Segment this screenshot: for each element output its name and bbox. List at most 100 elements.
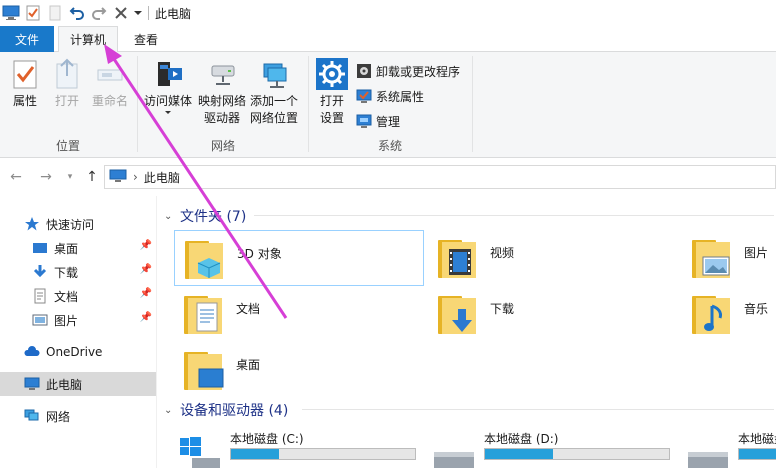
chevron-down-icon — [165, 111, 171, 114]
tab-computer[interactable]: 计算机 — [58, 26, 118, 53]
drive-d[interactable]: 本地磁盘 (D:) — [432, 430, 682, 468]
section-divider — [254, 215, 774, 216]
folder-documents[interactable]: 文档 — [174, 286, 424, 342]
folder-videos-icon — [438, 234, 482, 282]
folder-3d-objects-label: 3D 对象 — [237, 247, 282, 261]
folder-videos-label: 视频 — [490, 246, 515, 260]
access-media-label: 访问媒体 — [143, 94, 192, 108]
group-network: 访问媒体 映射网络 驱动器 添加一个 网络位置 网络 — [140, 52, 306, 158]
folder-desktop[interactable]: 桌面 — [174, 342, 424, 398]
drive-c-usage-fill — [231, 449, 279, 459]
delete-icon[interactable] — [110, 2, 132, 24]
rename-button[interactable]: 重命名 — [88, 58, 132, 110]
uninstall-icon — [356, 63, 372, 79]
manage-label: 管理 — [376, 114, 401, 129]
desktop-icon — [32, 240, 48, 256]
nav-network[interactable]: 网络 — [0, 404, 156, 428]
customize-dropdown-icon[interactable] — [132, 2, 144, 24]
properties-check-icon[interactable] — [22, 2, 44, 24]
access-media-button[interactable]: 访问媒体 — [142, 58, 194, 116]
folder-desktop-icon — [184, 346, 228, 394]
system-properties-button[interactable]: 系统属性 — [356, 85, 424, 107]
folder-documents-icon — [184, 290, 228, 338]
folder-music-label: 音乐 — [744, 302, 769, 316]
nav-desktop-label: 桌面 — [54, 241, 79, 256]
tab-view[interactable]: 查看 — [122, 26, 170, 52]
folder-3d-objects[interactable]: 3D 对象 — [174, 230, 424, 286]
nav-pictures-label: 图片 — [54, 313, 79, 328]
pin-icon[interactable]: 📌 — [140, 288, 152, 299]
windows-drive-icon — [180, 437, 220, 468]
pin-icon[interactable]: 📌 — [140, 240, 152, 251]
undo-icon[interactable] — [66, 2, 88, 24]
new-folder-icon[interactable] — [44, 2, 66, 24]
forward-arrow-icon[interactable]: → — [38, 169, 54, 185]
properties-button[interactable]: 属性 — [6, 58, 44, 110]
navigation-bar: ← → ▾ ↑ › 此电脑 — [0, 158, 776, 196]
network-location-icon — [258, 58, 290, 90]
redo-icon[interactable] — [88, 2, 110, 24]
add-network-location-button[interactable]: 添加一个 网络位置 — [248, 58, 300, 127]
properties-label: 属性 — [12, 94, 37, 108]
breadcrumb-chevron-icon[interactable]: › — [133, 170, 138, 184]
nav-desktop[interactable]: 桌面 📌 — [0, 236, 156, 260]
back-arrow-icon[interactable]: ← — [8, 169, 24, 185]
uninstall-programs-button[interactable]: 卸载或更改程序 — [356, 60, 460, 82]
nav-this-pc[interactable]: 此电脑 — [0, 372, 156, 396]
nav-documents[interactable]: 文档 📌 — [0, 284, 156, 308]
folder-music-icon — [692, 290, 736, 338]
system-properties-label: 系统属性 — [376, 89, 425, 104]
media-icon — [152, 58, 184, 90]
devices-section-header[interactable]: ⌄ 设备和驱动器 (4) — [164, 400, 288, 420]
folder-downloads[interactable]: 下载 — [428, 286, 678, 342]
nav-downloads[interactable]: 下载 📌 — [0, 260, 156, 284]
drive-c-label: 本地磁盘 (C:) — [230, 432, 304, 446]
open-icon — [51, 58, 83, 90]
folder-downloads-label: 下载 — [490, 302, 515, 316]
group-location-label: 位置 — [55, 139, 80, 153]
pin-icon[interactable]: 📌 — [140, 264, 152, 275]
recent-chevron-down-icon[interactable]: ▾ — [62, 169, 78, 185]
folders-section-header[interactable]: ⌄ 文件夹 (7) — [164, 206, 246, 226]
group-separator — [472, 56, 473, 152]
computer-icon[interactable] — [0, 2, 22, 24]
breadcrumb[interactable]: 此电脑 — [144, 169, 180, 186]
folder-desktop-label: 桌面 — [236, 358, 261, 372]
nav-pictures[interactable]: 图片 📌 — [0, 308, 156, 332]
nav-onedrive[interactable]: OneDrive — [0, 340, 156, 364]
drive-c[interactable]: 本地磁盘 (C:) — [178, 430, 428, 468]
nav-onedrive-label: OneDrive — [46, 345, 103, 359]
rename-icon — [94, 58, 126, 90]
tab-file[interactable]: 文件 — [0, 26, 54, 52]
nav-quick-access[interactable]: 快速访问 — [0, 212, 156, 236]
open-settings-label-1: 打开 — [319, 94, 344, 108]
folder-pictures-label: 图片 — [744, 246, 769, 260]
window-title: 此电脑 — [155, 6, 192, 21]
drive-d-usage-fill — [485, 449, 554, 459]
folder-3d-icon — [185, 235, 229, 283]
drive-e[interactable]: 本地磁盘 — [686, 430, 776, 468]
map-network-drive-button[interactable]: 映射网络 驱动器 — [196, 58, 248, 127]
map-drive-label-2: 驱动器 — [203, 111, 240, 125]
pin-icon[interactable]: 📌 — [140, 312, 152, 323]
drive-e-usage-fill — [739, 449, 776, 459]
hard-drive-icon — [434, 452, 474, 468]
address-bar[interactable]: › 此电脑 — [104, 165, 776, 189]
star-icon — [24, 216, 40, 232]
content-pane: ⌄ 文件夹 (7) 3D 对象 视频 图片 文档 下载 音乐 桌面 ⌄ 设备和驱… — [158, 196, 776, 468]
network-drive-icon — [206, 58, 238, 90]
computer-icon — [24, 376, 40, 392]
section-divider — [302, 409, 774, 410]
title-separator — [148, 6, 149, 20]
manage-button[interactable]: 管理 — [356, 110, 400, 132]
nav-network-label: 网络 — [46, 409, 71, 424]
folder-pictures[interactable]: 图片 — [682, 230, 776, 286]
up-arrow-icon[interactable]: ↑ — [84, 169, 100, 185]
folder-videos[interactable]: 视频 — [428, 230, 678, 286]
cloud-icon — [24, 344, 40, 360]
nav-downloads-label: 下载 — [54, 265, 79, 280]
open-button[interactable]: 打开 — [50, 58, 84, 110]
group-separator — [137, 56, 138, 152]
open-settings-button[interactable]: 打开 设置 — [314, 58, 350, 127]
folder-music[interactable]: 音乐 — [682, 286, 776, 342]
